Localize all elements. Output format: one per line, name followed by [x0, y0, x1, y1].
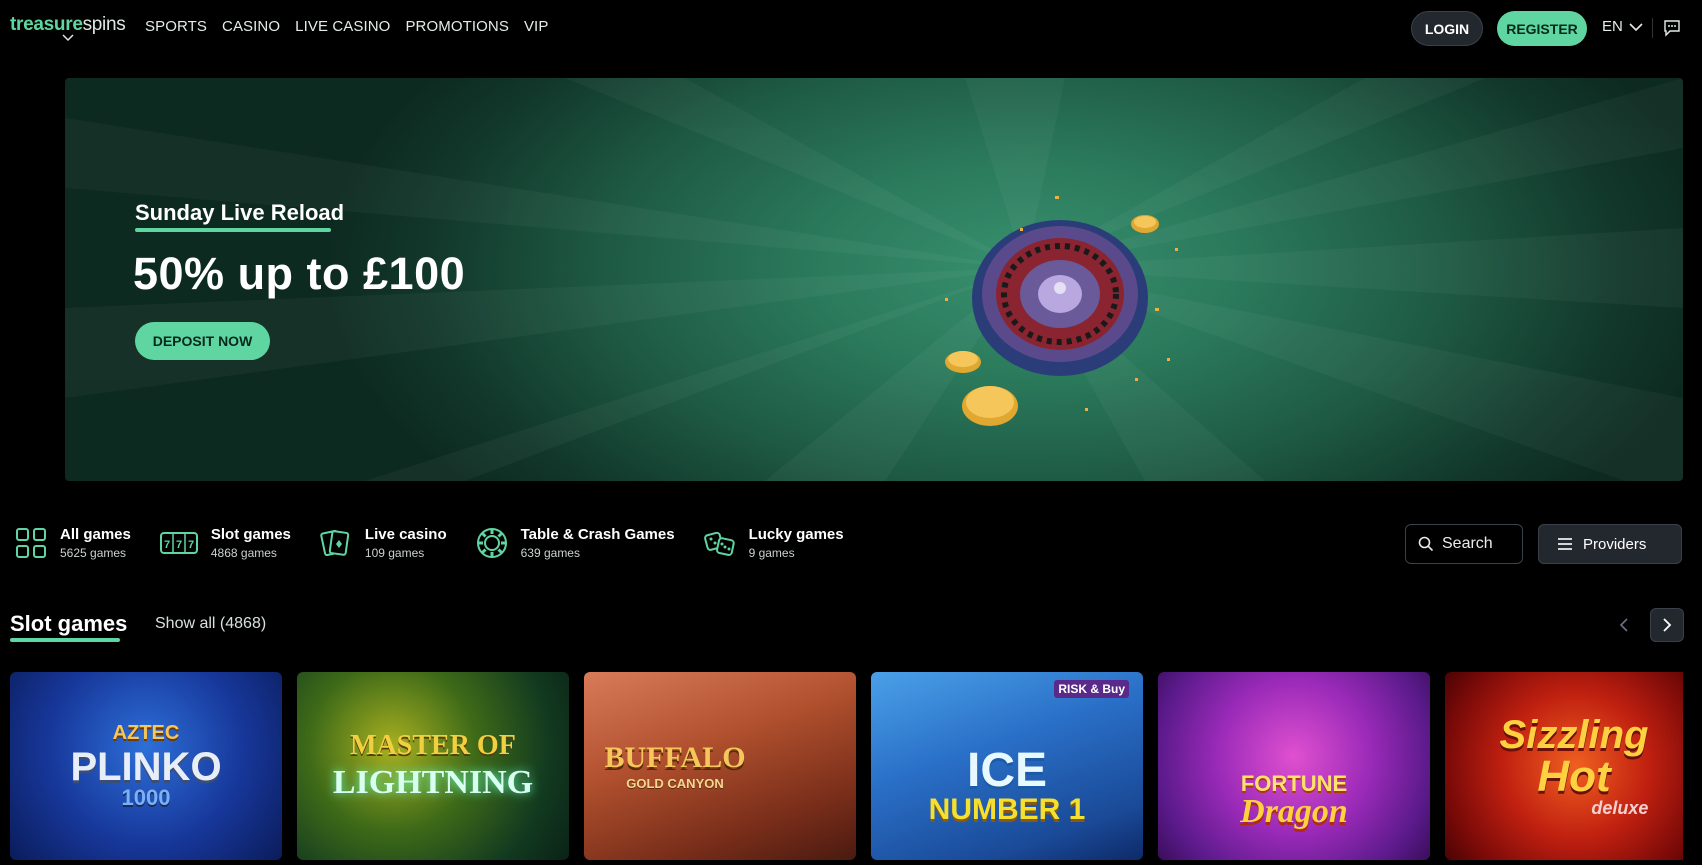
language-label: EN [1602, 18, 1623, 35]
category-text: Live casino 109 games [365, 526, 447, 560]
category-list: All games 5625 games 7 7 7 Slot games 48… [14, 522, 844, 564]
cards-icon [320, 529, 350, 557]
game-title-line2: Dragon [1240, 793, 1348, 830]
category-count: 109 games [364, 546, 425, 560]
game-title-line2: PLINKO [70, 745, 222, 789]
chat-icon[interactable] [1663, 19, 1681, 37]
section-title-underline [10, 638, 120, 642]
category-count: 9 games [748, 546, 795, 560]
section-title: Slot games [10, 611, 128, 636]
carousel-next-button[interactable] [1650, 608, 1684, 642]
game-tile-title: AZTEC PLINKO 1000 [70, 723, 221, 809]
providers-button[interactable]: Providers [1538, 524, 1682, 564]
game-title-line2: LIGHTNING [332, 764, 534, 801]
svg-text:7: 7 [188, 539, 194, 551]
nav-casino[interactable]: CASINO [222, 18, 280, 35]
game-tile-title: MASTER OF LIGHTNING [333, 732, 533, 800]
search-box[interactable] [1405, 524, 1523, 564]
game-title-line3: 1000 [121, 785, 171, 810]
game-tile-title: ICE NUMBER 1 [929, 747, 1086, 825]
game-tile-master-of-lightning[interactable]: MASTER OF LIGHTNING [297, 672, 569, 860]
game-title-line1: FORTUNE [1240, 771, 1348, 796]
game-tile-aztec-plinko[interactable]: AZTEC PLINKO 1000 [10, 672, 282, 860]
slot-games-carousel: AZTEC PLINKO 1000 MASTER OF LIGHTNING BU… [10, 672, 1683, 860]
category-name: All games [60, 526, 131, 543]
promo-subtitle-underline [135, 228, 331, 232]
promo-banner[interactable]: Sunday Live Reload 50% up to £100 DEPOSI… [65, 78, 1683, 481]
category-text: Table & Crash Games 639 games [521, 526, 675, 560]
logo-text-treasure: treasure [10, 14, 83, 35]
game-title-line2: GOLD CANYON [626, 775, 724, 791]
game-tile-ice-number-1[interactable]: RISK & Buy ICE NUMBER 1 [871, 672, 1143, 860]
grid-icon [16, 528, 46, 558]
game-tile-buffalo-gold-canyon[interactable]: BUFFALO GOLD CANYON [584, 672, 856, 860]
top-header: treasurespins SPORTS CASINO LIVE CASINO … [0, 0, 1702, 56]
nav-live-casino[interactable]: LIVE CASINO [295, 18, 390, 35]
slot-777-icon: 7 7 7 [159, 532, 198, 554]
game-title-line1: Sizzling [1499, 713, 1649, 757]
header-divider [1652, 18, 1653, 38]
category-text: Lucky games 9 games [749, 526, 844, 560]
chevron-right-icon [1663, 618, 1672, 632]
category-table-crash-games[interactable]: Table & Crash Games 639 games [475, 522, 675, 564]
promo-subtitle: Sunday Live Reload [135, 200, 345, 225]
chip-icon [476, 528, 507, 558]
game-title-line1: AZTEC [112, 722, 180, 744]
game-title-line3: deluxe [1591, 798, 1649, 818]
login-button[interactable]: LOGIN [1411, 11, 1483, 46]
game-title-line2: Hot [1537, 752, 1611, 801]
chevron-down-icon [1629, 22, 1643, 31]
category-lucky-games[interactable]: Lucky games 9 games [703, 522, 844, 564]
category-text: Slot games 4868 games [211, 526, 291, 560]
logo[interactable]: treasurespins [10, 14, 126, 42]
chevron-left-icon [1619, 618, 1628, 632]
game-tile-fortune-dragon[interactable]: FORTUNE Dragon [1158, 672, 1430, 860]
category-name: Live casino [364, 526, 447, 543]
menu-icon [1558, 538, 1572, 550]
category-name: Lucky games [748, 526, 844, 543]
category-count: 4868 games [210, 546, 277, 560]
game-title-line2: NUMBER 1 [928, 793, 1086, 826]
category-name: Slot games [210, 526, 291, 543]
category-all-games[interactable]: All games 5625 games [14, 522, 131, 564]
nav-vip[interactable]: VIP [524, 18, 548, 35]
svg-text:7: 7 [176, 539, 182, 551]
search-icon [1418, 536, 1434, 552]
dice-icon [703, 531, 735, 556]
svg-text:7: 7 [164, 539, 170, 551]
carousel-prev-button[interactable] [1612, 612, 1636, 638]
game-tile-badge: RISK & Buy [1054, 680, 1129, 698]
show-all-link[interactable]: Show all (4868) [155, 615, 266, 633]
game-tile-title: BUFFALO GOLD CANYON [604, 740, 746, 791]
search-input[interactable] [1442, 535, 1512, 553]
logo-text-spins: spins [82, 14, 126, 35]
language-selector[interactable]: EN [1602, 18, 1643, 35]
category-live-casino[interactable]: Live casino 109 games [319, 522, 447, 564]
game-title-line1: MASTER OF [350, 730, 516, 761]
nav-promotions[interactable]: PROMOTIONS [405, 18, 509, 35]
category-count: 639 games [520, 546, 580, 560]
category-text: All games 5625 games [60, 526, 131, 560]
game-tile-title: Sizzling Hot deluxe [1500, 715, 1649, 817]
game-title-line1: ICE [966, 744, 1047, 797]
nav-sports[interactable]: SPORTS [145, 18, 207, 35]
logo-chevron-icon [62, 34, 74, 42]
roulette-wheel-illustration [945, 196, 1178, 426]
main-nav: SPORTS CASINO LIVE CASINO PROMOTIONS VIP [145, 18, 548, 35]
game-title-line1: BUFFALO [604, 740, 746, 774]
category-count: 5625 games [60, 546, 127, 560]
game-tile-title: FORTUNE Dragon [1240, 773, 1348, 829]
category-slot-games[interactable]: 7 7 7 Slot games 4868 games [159, 522, 291, 564]
deposit-now-button[interactable]: DEPOSIT NOW [135, 322, 270, 360]
category-name: Table & Crash Games [520, 526, 675, 543]
promo-title: 50% up to £100 [133, 248, 466, 299]
register-button[interactable]: REGISTER [1497, 11, 1587, 46]
game-tile-sizzling-hot-deluxe[interactable]: Sizzling Hot deluxe [1445, 672, 1683, 860]
providers-label: Providers [1583, 535, 1647, 553]
